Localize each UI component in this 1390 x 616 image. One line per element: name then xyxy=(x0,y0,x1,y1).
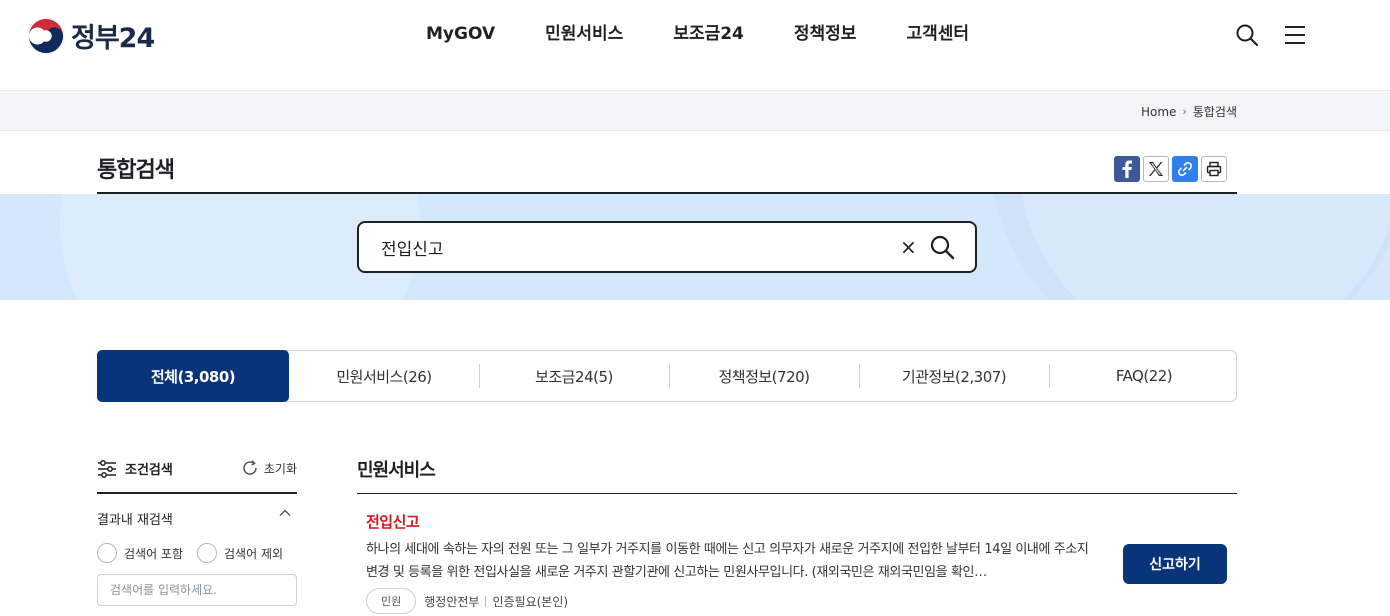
radio-exclude-label: 검색어 제외 xyxy=(224,546,284,561)
radio-circle[interactable] xyxy=(97,543,117,563)
report-button[interactable]: 신고하기 xyxy=(1123,544,1227,584)
logo-text: 정부24 xyxy=(71,23,155,54)
tab-all[interactable]: 전체(3,080) xyxy=(97,350,289,402)
result-meta: 민원 행정안전부 인증필요(본인) xyxy=(366,588,568,614)
category-badge: 민원 xyxy=(366,588,417,614)
chevron-right-icon: › xyxy=(1182,105,1187,118)
nav-item-mygov[interactable]: MyGOV xyxy=(426,22,495,46)
search-box: × xyxy=(357,221,977,273)
breadcrumb-current: 통합검색 xyxy=(1192,105,1237,119)
reset-label: 초기화 xyxy=(263,461,297,476)
sliders-icon xyxy=(98,459,116,478)
search-icon[interactable] xyxy=(1235,23,1259,47)
link-icon xyxy=(1177,161,1193,177)
clear-icon[interactable]: × xyxy=(900,236,917,258)
tab-civil-service[interactable]: 민원서비스(26) xyxy=(289,351,479,401)
refine-search-input[interactable] xyxy=(97,574,297,606)
nav-item-policy-info[interactable]: 정책정보 xyxy=(794,22,857,46)
facebook-icon xyxy=(1122,160,1132,178)
radio-include-label: 검색어 포함 xyxy=(124,546,184,561)
result-description: 하나의 세대에 속하는 자의 전원 또는 그 일부가 거주지를 이동한 때에는 … xyxy=(366,542,1089,580)
logo[interactable]: 정부24 xyxy=(27,16,155,55)
search-submit-icon[interactable] xyxy=(929,234,955,260)
section-title: 민원서비스 xyxy=(357,460,436,481)
result-tabs: 전체(3,080) 민원서비스(26) 보조금24(5) 정책정보(720) 기… xyxy=(97,350,1237,402)
radio-exclude[interactable]: 검색어 제외 xyxy=(197,543,283,563)
nav-item-customer-center[interactable]: 고객센터 xyxy=(906,22,969,46)
nav-item-subsidy24[interactable]: 보조금24 xyxy=(673,22,744,46)
search-input[interactable] xyxy=(381,233,881,261)
radio-circle[interactable] xyxy=(197,543,218,563)
tab-subsidy24[interactable]: 보조금24(5) xyxy=(479,351,669,401)
main-nav: MyGOV 민원서비스 보조금24 정책정보 고객센터 xyxy=(426,22,1019,46)
chevron-up-icon[interactable] xyxy=(278,506,292,520)
tab-agency-info[interactable]: 기관정보(2,307) xyxy=(859,351,1049,401)
share-toolbar xyxy=(1114,156,1227,182)
site-header: 정부24 MyGOV 민원서비스 보조금24 정책정보 고객센터 xyxy=(0,0,1390,90)
copy-link-button[interactable] xyxy=(1172,156,1198,182)
tab-policy-info[interactable]: 정책정보(720) xyxy=(669,351,859,401)
result-auth: 인증필요(본인) xyxy=(492,594,569,609)
result-agency: 행정안전부 xyxy=(424,594,480,609)
filter-title: 조건검색 xyxy=(97,459,173,478)
printer-icon xyxy=(1206,161,1222,177)
nav-item-civil-service[interactable]: 민원서비스 xyxy=(545,22,623,46)
facebook-share-button[interactable] xyxy=(1114,156,1140,182)
breadcrumb-home[interactable]: Home xyxy=(1141,105,1176,119)
radio-include[interactable]: 검색어 포함 xyxy=(97,543,183,563)
breadcrumb-bar: Home › 통합검색 xyxy=(0,90,1390,131)
refine-options: 검색어 포함 검색어 제외 xyxy=(97,543,283,563)
print-button[interactable] xyxy=(1201,156,1227,182)
x-share-button[interactable] xyxy=(1143,156,1169,182)
tab-faq[interactable]: FAQ(22) xyxy=(1049,351,1239,401)
meta-divider xyxy=(485,595,487,607)
section-divider xyxy=(357,493,1237,494)
reset-button[interactable]: 초기화 xyxy=(241,459,297,477)
page-title: 통합검색 xyxy=(97,158,175,183)
refine-search-label[interactable]: 결과내 재검색 xyxy=(97,509,173,528)
filter-header: 조건검색 초기화 xyxy=(97,456,297,494)
refresh-icon xyxy=(243,460,257,475)
menu-icon[interactable] xyxy=(1283,24,1307,46)
x-logo-icon xyxy=(1149,162,1163,176)
filter-title-label: 조건검색 xyxy=(125,463,173,478)
taegeuk-logo-icon xyxy=(27,17,65,54)
result-title-link[interactable]: 전입신고 xyxy=(366,511,420,532)
breadcrumb: Home › 통합검색 xyxy=(1141,103,1237,120)
